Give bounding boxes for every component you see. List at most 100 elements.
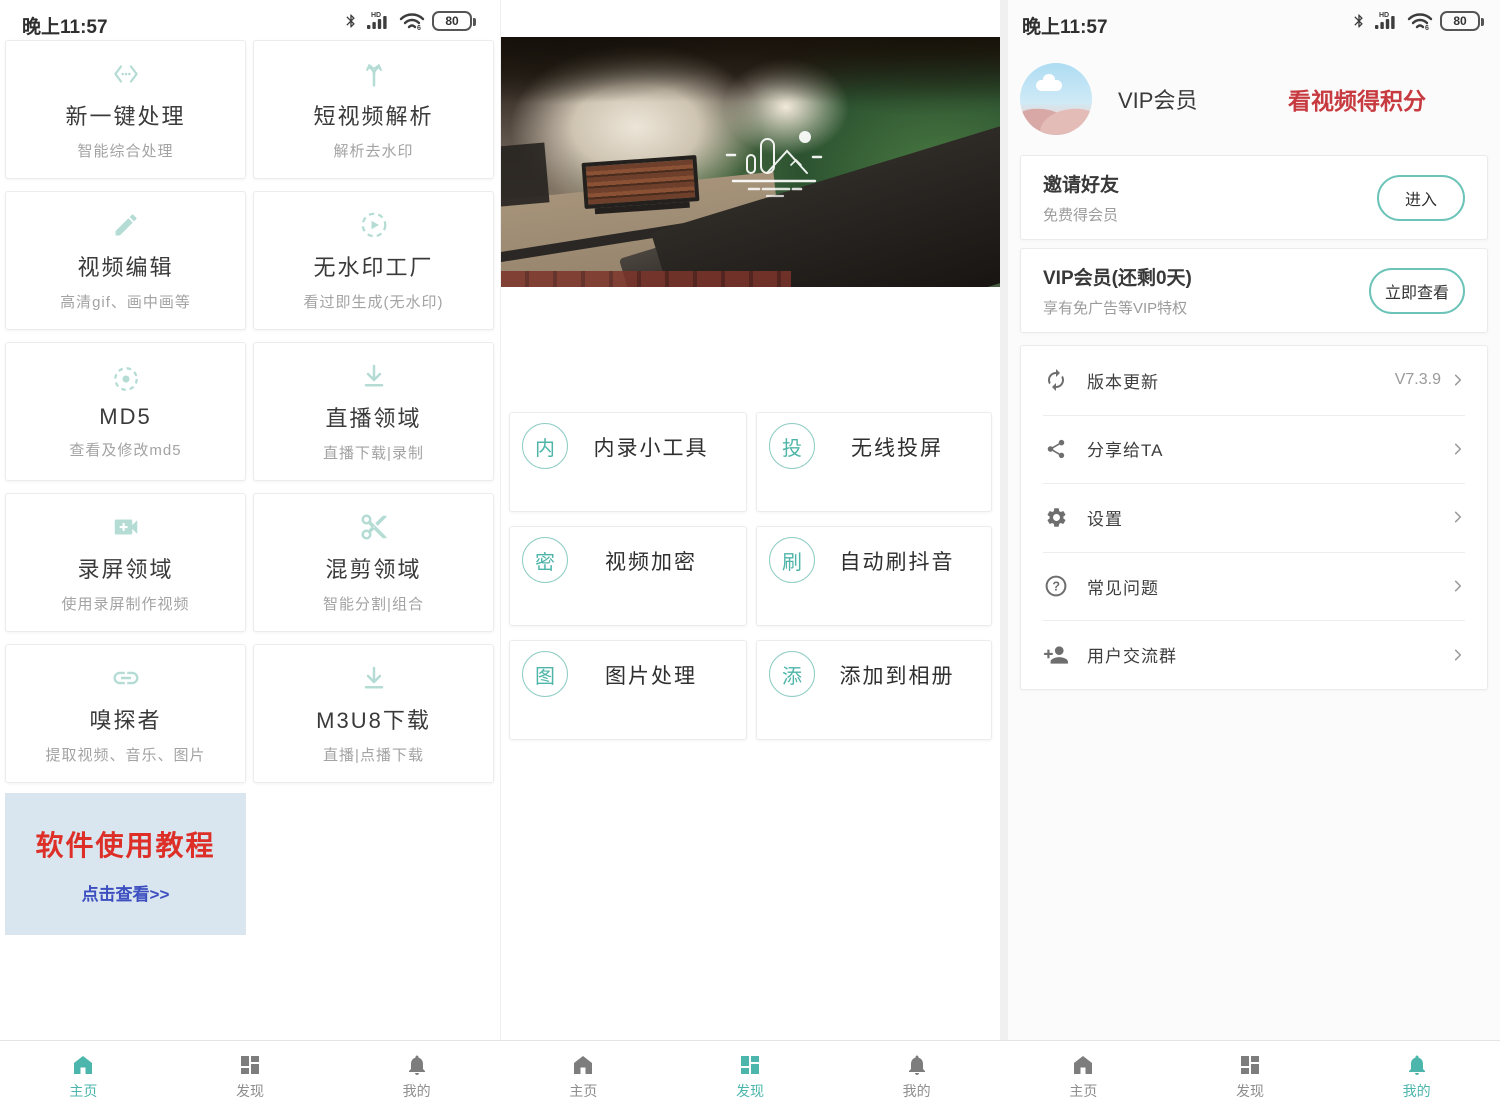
home-icon: [570, 1051, 596, 1078]
tab-home[interactable]: 主页: [1043, 1051, 1123, 1101]
card-title: 直播领域: [325, 401, 421, 433]
tool-internal-record[interactable]: 内 内录小工具: [509, 412, 747, 512]
invite-subtitle: 免费得会员: [1043, 204, 1119, 225]
menu-label: 版本更新: [1087, 368, 1159, 393]
tool-badge: 添: [769, 651, 815, 697]
card-subtitle: 直播|点播下载: [323, 744, 424, 765]
tool-video-encrypt[interactable]: 密 视频加密: [509, 526, 747, 626]
invite-friends-card[interactable]: 邀请好友 免费得会员 进入: [1020, 155, 1488, 240]
feature-card-md5[interactable]: MD5 查看及修改md5: [5, 342, 246, 481]
battery-icon: 80: [432, 11, 472, 31]
feature-card-screen-record[interactable]: 录屏领域 使用录屏制作视频: [5, 493, 246, 632]
tab-discover[interactable]: 发现: [710, 1051, 790, 1101]
promo-photo[interactable]: [501, 37, 1001, 287]
clock: 晚上11:57: [1022, 12, 1108, 39]
tab-mine[interactable]: 我的: [1377, 1051, 1457, 1101]
feature-card-sniffer[interactable]: 嗅探者 提取视频、音乐、图片: [5, 644, 246, 783]
tab-mine[interactable]: 我的: [877, 1051, 957, 1101]
card-title: 嗅探者: [89, 703, 161, 735]
nav-group-profile-screen: 主页 发现 我的: [1000, 1041, 1500, 1111]
battery-level: 80: [1453, 14, 1466, 28]
tab-home[interactable]: 主页: [543, 1051, 623, 1101]
feature-card-live-domain[interactable]: 直播领域 直播下载|录制: [253, 342, 494, 481]
scissors-icon: [359, 511, 389, 543]
menu-item-settings[interactable]: 设置: [1021, 483, 1487, 552]
menu-label: 用户交流群: [1087, 642, 1177, 667]
tab-label: 主页: [569, 1081, 597, 1101]
battery-icon: 80: [1440, 11, 1480, 31]
tool-label: 添加到相册: [815, 651, 979, 703]
tab-label: 发现: [1236, 1081, 1264, 1101]
feature-card-one-key[interactable]: 新一键处理 智能综合处理: [5, 40, 246, 179]
link-icon: [110, 662, 142, 694]
dashboard-grid-icon: [738, 1051, 762, 1078]
wifi-icon: 6: [399, 11, 425, 31]
avatar-cloud: [1036, 80, 1062, 91]
tab-home[interactable]: 主页: [43, 1051, 123, 1101]
battery-level: 80: [445, 14, 458, 28]
card-title: 录屏领域: [77, 552, 173, 584]
card-title: M3U8下载: [316, 703, 431, 735]
feature-card-m3u8[interactable]: M3U8下载 直播|点播下载: [253, 644, 494, 783]
enter-button[interactable]: 进入: [1377, 175, 1465, 221]
menu-item-version-update[interactable]: 版本更新 V7.3.9: [1021, 346, 1487, 415]
feature-card-no-watermark[interactable]: 无水印工厂 看过即生成(无水印): [253, 191, 494, 330]
tab-mine[interactable]: 我的: [377, 1051, 457, 1101]
tool-badge: 刷: [769, 537, 815, 583]
card-title: 无水印工厂: [313, 250, 433, 282]
tutorial-banner[interactable]: 软件使用教程 点击查看>>: [5, 793, 246, 935]
tool-badge: 内: [522, 423, 568, 469]
tool-label: 内录小工具: [568, 423, 734, 475]
tab-label: 发现: [236, 1081, 264, 1101]
vip-status-card[interactable]: VIP会员(还剩0天) 享有免广告等VIP特权 立即查看: [1020, 248, 1488, 333]
share-icon: [1043, 436, 1069, 462]
tool-label: 无线投屏: [815, 423, 979, 475]
nav-group-home-screen: 主页 发现 我的: [0, 1041, 500, 1111]
tool-image-process[interactable]: 图 图片处理: [509, 640, 747, 740]
tool-wireless-cast[interactable]: 投 无线投屏: [756, 412, 992, 512]
card-subtitle: 直播下载|录制: [323, 442, 424, 463]
chevron-right-icon: [1451, 373, 1465, 387]
download-icon: [359, 662, 389, 694]
menu-label: 常见问题: [1087, 574, 1159, 599]
menu-item-share[interactable]: 分享给TA: [1021, 415, 1487, 484]
feature-card-mix-cut[interactable]: 混剪领域 智能分割|组合: [253, 493, 494, 632]
feature-card-video-edit[interactable]: 视频编辑 高清gif、画中画等: [5, 191, 246, 330]
clock: 晚上11:57: [22, 12, 108, 39]
chevron-right-icon: [1451, 579, 1465, 593]
feature-card-video-parse[interactable]: 短视频解析 解析去水印: [253, 40, 494, 179]
menu-label: 设置: [1087, 505, 1123, 530]
tab-discover[interactable]: 发现: [210, 1051, 290, 1101]
menu-item-faq[interactable]: ? 常见问题: [1021, 552, 1487, 621]
tool-auto-swipe[interactable]: 刷 自动刷抖音: [756, 526, 992, 626]
version-value: V7.3.9: [1395, 371, 1441, 389]
watch-video-points-link[interactable]: 看视频得积分: [1288, 82, 1426, 116]
code-icon: [110, 58, 142, 90]
tool-add-to-album[interactable]: 添 添加到相册: [756, 640, 992, 740]
pencil-icon: [112, 209, 140, 241]
tool-badge: 图: [522, 651, 568, 697]
card-title: 短视频解析: [313, 99, 433, 131]
tutorial-banner-link[interactable]: 点击查看>>: [82, 880, 170, 905]
tab-discover[interactable]: 发现: [1210, 1051, 1290, 1101]
videocam-plus-icon: [111, 511, 141, 543]
cellular-signal-icon: HD: [366, 10, 392, 32]
menu-item-user-group[interactable]: 用户交流群: [1021, 620, 1487, 689]
home-icon: [70, 1051, 96, 1078]
card-title: 混剪领域: [325, 552, 421, 584]
refresh-icon: [1043, 367, 1069, 393]
bluetooth-icon: [343, 11, 359, 31]
card-subtitle: 看过即生成(无水印): [304, 291, 444, 312]
dashboard-grid-icon: [1238, 1051, 1262, 1078]
vip-title: VIP会员(还剩0天): [1043, 263, 1192, 290]
chevron-right-icon: [1451, 442, 1465, 456]
profile-header: VIP会员 看视频得积分: [1020, 62, 1488, 136]
play-dashed-icon: [359, 209, 389, 241]
card-title: 视频编辑: [77, 250, 173, 282]
person-add-icon: [1043, 642, 1069, 668]
tab-label: 主页: [69, 1081, 97, 1101]
card-subtitle: 高清gif、画中画等: [60, 291, 191, 312]
view-now-button[interactable]: 立即查看: [1369, 268, 1465, 314]
tool-label: 视频加密: [568, 537, 734, 589]
avatar[interactable]: [1020, 63, 1092, 135]
